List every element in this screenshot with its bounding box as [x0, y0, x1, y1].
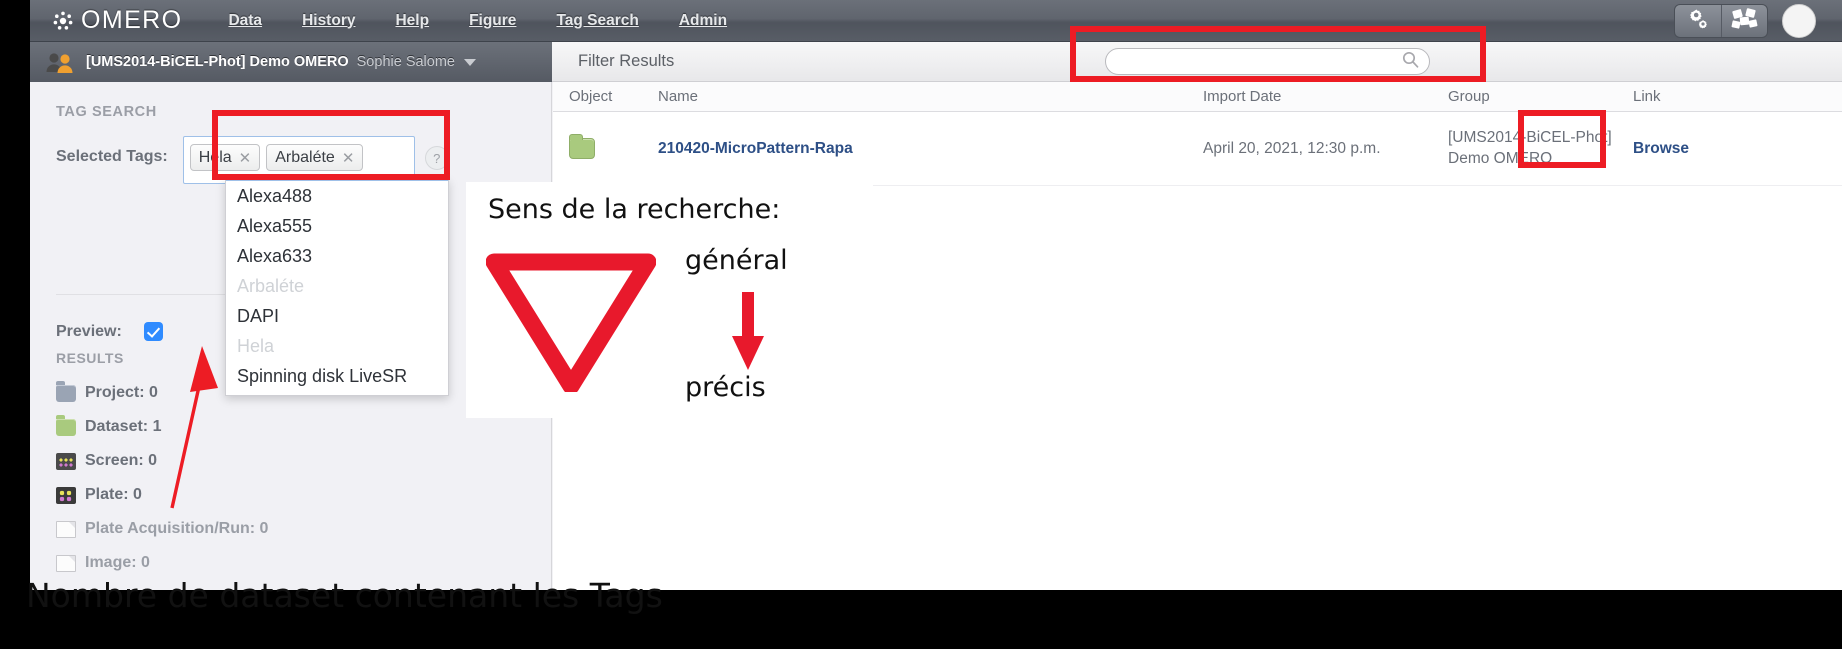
table-row[interactable]: 210420-MicroPattern-Rapa April 20, 2021,… — [553, 112, 1842, 186]
omero-logo-text: OMERO — [81, 6, 183, 34]
gears-icon — [1686, 8, 1710, 35]
nav-item-help[interactable]: Help — [395, 12, 429, 30]
user-name-label: Sophie Salome — [356, 54, 455, 70]
chevron-down-icon[interactable] — [463, 58, 476, 66]
annotation-title: Sens de la recherche: — [488, 194, 781, 225]
dropdown-item-hela: Hela — [237, 336, 275, 356]
screenshot-root: OMERO Data History Help Figure Tag Searc… — [0, 0, 1842, 649]
annotation-from-label: général — [685, 245, 788, 276]
result-label: Plate Acquisition/Run: 0 — [85, 520, 269, 537]
dropdown-item-alexa555[interactable]: Alexa555 — [226, 211, 448, 241]
screen-icon — [56, 452, 76, 470]
result-item-plate-acquisition[interactable]: Plate Acquisition/Run: 0 — [56, 512, 386, 546]
nav-item-admin[interactable]: Admin — [679, 12, 727, 30]
row-group-cell: [UMS2014-BiCEL-Phot] Demo OMERO — [1448, 128, 1612, 167]
user-context-bar[interactable]: [UMS2014-BiCEL-Phot] Demo OMERO Sophie S… — [30, 42, 552, 82]
folder-green-icon — [56, 414, 76, 436]
nav-item-history[interactable]: History — [302, 12, 355, 30]
browse-link[interactable]: Browse — [1633, 140, 1753, 158]
close-x-icon[interactable]: ✕ — [239, 149, 252, 167]
settings-button[interactable] — [1675, 5, 1721, 37]
column-header-group[interactable]: Group — [1448, 88, 1633, 105]
tag-autocomplete-dropdown[interactable]: Alexa488 Alexa555 Alexa633 Arbaléte DAPI… — [225, 179, 449, 396]
top-right-tools — [1674, 4, 1816, 38]
annotation-to-label: précis — [685, 372, 766, 403]
document-icon — [56, 520, 76, 538]
selected-tags-input[interactable]: Hela ✕ Arbaléte ✕ — [182, 136, 415, 184]
omero-app-window: OMERO Data History Help Figure Tag Searc… — [30, 0, 1842, 590]
row-object-cell — [553, 134, 658, 159]
dropdown-item-alexa633[interactable]: Alexa633 — [226, 241, 448, 271]
result-label: Plate: 0 — [85, 486, 142, 503]
filter-results-label: Filter Results — [578, 52, 675, 70]
tag-chip-label: Arbaléte — [275, 148, 335, 166]
annotation-overlay: Sens de la recherche: général précis — [466, 182, 873, 418]
images-button[interactable] — [1721, 5, 1767, 37]
omero-logo[interactable]: OMERO — [52, 6, 182, 35]
red-down-arrow-icon — [728, 292, 768, 370]
document-icon — [56, 554, 76, 572]
folder-blue-icon — [56, 380, 76, 402]
row-date-cell: April 20, 2021, 12:30 p.m. — [1203, 139, 1381, 157]
search-input[interactable] — [1116, 54, 1402, 69]
result-label: Screen: 0 — [85, 452, 158, 469]
column-header-name[interactable]: Name — [658, 88, 1203, 105]
top-navigation-bar: OMERO Data History Help Figure Tag Searc… — [30, 0, 1842, 42]
result-label: Image: 0 — [85, 554, 150, 571]
red-triangle-outline-icon — [485, 252, 657, 395]
tag-chip[interactable]: Hela ✕ — [189, 144, 261, 171]
results-heading: RESULTS — [56, 350, 124, 366]
column-header-link[interactable]: Link — [1633, 88, 1753, 105]
omero-logo-icon — [52, 10, 74, 32]
nav-item-data[interactable]: Data — [228, 12, 262, 30]
selected-tags-label: Selected Tags: — [56, 148, 168, 165]
dropdown-item-dapi[interactable]: DAPI — [226, 301, 448, 331]
filter-results-bar: Filter Results — [552, 42, 1842, 82]
tag-chip[interactable]: Arbaléte ✕ — [266, 144, 364, 171]
avatar[interactable] — [1782, 4, 1816, 38]
plate-icon — [56, 486, 76, 504]
column-header-object[interactable]: Object — [553, 88, 658, 105]
tag-search-heading: TAG SEARCH — [56, 104, 157, 120]
main-nav-links: Data History Help Figure Tag Search Admi… — [228, 12, 727, 30]
dropdown-item-alexa488[interactable]: Alexa488 — [226, 181, 448, 211]
folder-green-icon — [569, 134, 595, 159]
table-header-row: Object Name Import Date Group Link — [553, 82, 1842, 112]
scattered-squares-icon — [1731, 7, 1759, 36]
result-item-image[interactable]: Image: 0 — [56, 546, 386, 580]
dropdown-item-arbalete: Arbaléte — [237, 276, 305, 296]
dropdown-item-spinning-disk[interactable]: Spinning disk LiveSR — [226, 361, 448, 391]
result-label: Project: 0 — [85, 384, 158, 401]
red-arrow-up-icon — [150, 340, 230, 510]
row-name-cell[interactable]: 210420-MicroPattern-Rapa — [658, 140, 1203, 158]
column-header-import-date[interactable]: Import Date — [1203, 88, 1448, 105]
preview-row: Preview: — [56, 322, 163, 341]
nav-item-figure[interactable]: Figure — [469, 12, 516, 30]
help-icon[interactable]: ? — [424, 146, 449, 170]
user-group-label: [UMS2014-BiCEL-Phot] Demo OMERO — [86, 54, 349, 70]
selected-tags-row: Selected Tags: Hela ✕ Arbaléte ✕ ? — [56, 136, 551, 184]
secondary-bar: [UMS2014-BiCEL-Phot] Demo OMERO Sophie S… — [30, 42, 1842, 82]
search-box[interactable] — [1105, 48, 1430, 75]
preview-label: Preview: — [56, 322, 122, 340]
close-x-icon[interactable]: ✕ — [342, 149, 355, 167]
search-icon[interactable] — [1402, 51, 1419, 73]
window-left-edge — [0, 0, 30, 649]
users-icon — [44, 51, 78, 73]
nav-item-tag-search[interactable]: Tag Search — [556, 12, 638, 30]
tool-button-group — [1674, 4, 1768, 38]
bottom-caption: Nombre de dataset contenant les Tags — [26, 576, 663, 615]
tag-chip-label: Hela — [198, 148, 232, 166]
preview-checkbox[interactable] — [143, 322, 163, 341]
